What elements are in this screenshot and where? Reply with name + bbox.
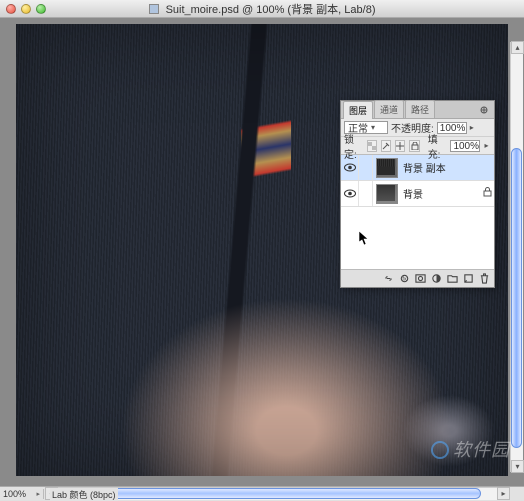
layer-name[interactable]: 背景 副本 bbox=[401, 160, 494, 175]
new-layer-button[interactable] bbox=[461, 272, 475, 286]
zoom-value: 100% bbox=[3, 489, 26, 499]
layer-list: 背景 副本 背景 bbox=[341, 155, 494, 207]
zoom-field[interactable]: 100% ▸ bbox=[0, 489, 44, 499]
window-titlebar: Suit_moire.psd @ 100% (背景 副本, Lab/8) bbox=[0, 0, 524, 18]
scroll-right-button[interactable]: ▸ bbox=[497, 487, 510, 500]
chevron-right-icon: ▸ bbox=[36, 490, 40, 498]
status-info[interactable]: Lab 颜色 (8bpc) bbox=[50, 488, 118, 501]
scroll-down-button[interactable]: ▾ bbox=[511, 460, 524, 473]
layer-mask-button[interactable] bbox=[413, 272, 427, 286]
link-layers-button[interactable] bbox=[381, 272, 395, 286]
lock-icon bbox=[480, 187, 494, 200]
layer-row[interactable]: 背景 副本 bbox=[341, 155, 494, 181]
tab-paths[interactable]: 路径 bbox=[405, 100, 435, 118]
vertical-scrollbar-thumb[interactable] bbox=[511, 148, 522, 448]
lock-transparency-button[interactable] bbox=[367, 140, 377, 152]
lock-pixels-button[interactable] bbox=[381, 140, 391, 152]
link-column[interactable] bbox=[359, 181, 373, 206]
layer-style-button[interactable]: fx bbox=[397, 272, 411, 286]
eye-icon bbox=[344, 163, 356, 172]
canvas-area[interactable]: ▴ ▾ 图层 通道 路径 正常 ▾ 不透明度: 100% ▸ 锁定: bbox=[0, 18, 524, 486]
layer-thumbnail[interactable] bbox=[376, 158, 398, 178]
visibility-toggle[interactable] bbox=[341, 181, 359, 206]
document-title: Suit_moire.psd @ 100% (背景 副本, Lab/8) bbox=[0, 1, 524, 17]
proxy-icon bbox=[149, 4, 159, 14]
panel-menu-button[interactable] bbox=[477, 104, 491, 116]
layers-panel[interactable]: 图层 通道 路径 正常 ▾ 不透明度: 100% ▸ 锁定: 填充: 100% bbox=[340, 100, 495, 288]
fill-label: 填充: bbox=[428, 131, 447, 161]
svg-text:fx: fx bbox=[402, 276, 407, 282]
lock-position-button[interactable] bbox=[395, 140, 405, 152]
layer-row[interactable]: 背景 bbox=[341, 181, 494, 207]
delete-layer-button[interactable] bbox=[477, 272, 491, 286]
panel-tab-strip: 图层 通道 路径 bbox=[341, 101, 494, 119]
title-filename: Suit_moire.psd bbox=[166, 4, 239, 16]
fill-input[interactable]: 100% bbox=[450, 140, 480, 152]
opacity-flyout-icon[interactable]: ▸ bbox=[470, 123, 478, 132]
chevron-down-icon: ▾ bbox=[371, 123, 375, 132]
tab-channels[interactable]: 通道 bbox=[374, 100, 404, 118]
fill-flyout-icon[interactable]: ▸ bbox=[484, 141, 491, 150]
title-zoom: 100% bbox=[256, 4, 284, 16]
lock-all-button[interactable] bbox=[409, 140, 419, 152]
eye-icon bbox=[344, 189, 356, 198]
layer-thumbnail[interactable] bbox=[376, 184, 398, 204]
mouse-cursor bbox=[358, 230, 370, 246]
title-layer: 背景 副本 bbox=[291, 4, 338, 16]
adjustment-layer-button[interactable] bbox=[429, 272, 443, 286]
layer-name[interactable]: 背景 bbox=[401, 186, 480, 201]
visibility-toggle[interactable] bbox=[341, 155, 359, 180]
title-mode: Lab/8 bbox=[344, 4, 372, 16]
layers-panel-footer: fx bbox=[341, 269, 494, 287]
horizontal-scrollbar-thumb[interactable] bbox=[110, 488, 481, 499]
status-bar: 100%▸ ◂ ▸ Lab 颜色 (8bpc) bbox=[0, 486, 524, 500]
scroll-up-button[interactable]: ▴ bbox=[511, 41, 524, 54]
tab-layers[interactable]: 图层 bbox=[343, 101, 373, 119]
link-column[interactable] bbox=[359, 155, 373, 180]
layer-group-button[interactable] bbox=[445, 272, 459, 286]
